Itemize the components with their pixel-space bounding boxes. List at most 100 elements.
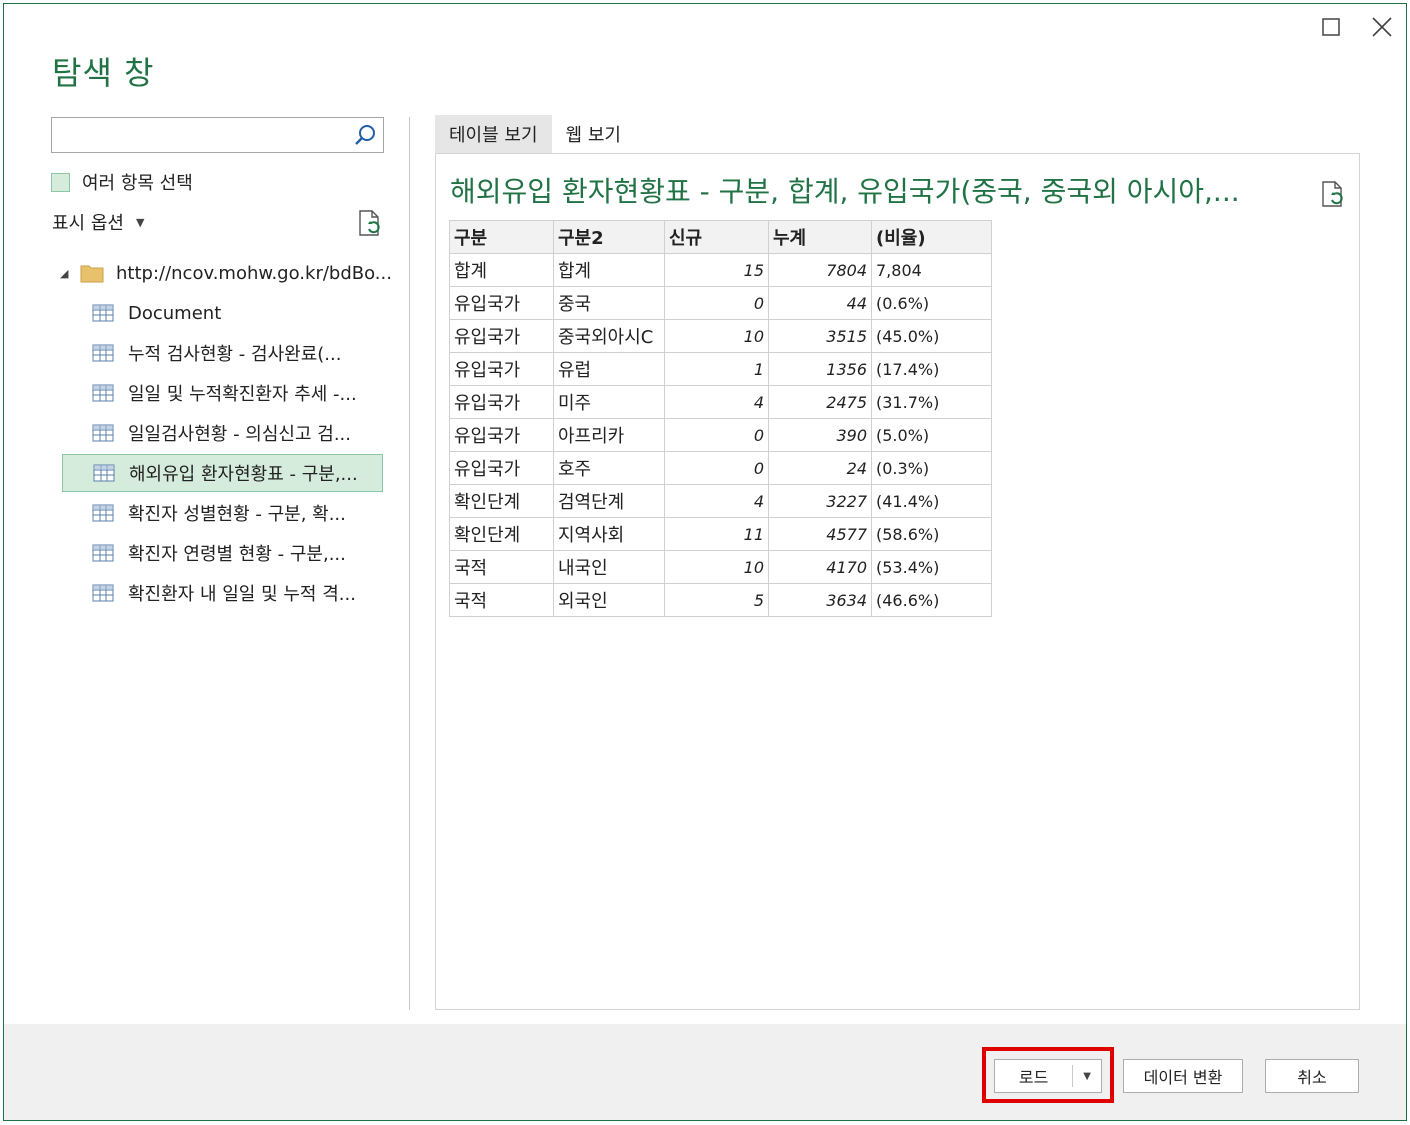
- table-cell: 0: [664, 286, 769, 320]
- table-cell: (31.7%): [871, 385, 992, 419]
- chevron-down-icon[interactable]: ▼: [1073, 1071, 1101, 1082]
- column-header[interactable]: 누계: [768, 220, 872, 254]
- table-cell: 외국인: [553, 583, 665, 617]
- checkbox-box[interactable]: [51, 172, 70, 192]
- table-cell: 검역단계: [553, 484, 665, 518]
- display-options-dropdown[interactable]: 표시 옵션 ▼: [52, 209, 144, 235]
- folder-icon: [80, 265, 104, 283]
- tree-item[interactable]: 일일검사현황 - 의심신고 검...: [62, 414, 383, 452]
- table-cell: 4: [664, 385, 769, 419]
- tree-item-list: Document 누적 검사현황 - 검사완료(... 일일 및 누적확진환자 …: [62, 294, 383, 614]
- tree-item[interactable]: Document: [62, 294, 383, 332]
- table-row: 확인단계 지역사회 11 4577 (58.6%): [449, 517, 992, 551]
- table-cell: 국적: [449, 550, 554, 584]
- tree-item-label: 확진자 성별현황 - 구분, 확...: [128, 504, 346, 525]
- multi-select-checkbox[interactable]: 여러 항목 선택: [51, 169, 193, 195]
- table-cell: 3515: [768, 319, 872, 353]
- table-cell: 10: [664, 319, 769, 353]
- close-button[interactable]: [1369, 14, 1395, 40]
- table-cell: 호주: [553, 451, 665, 485]
- refresh-icon[interactable]: [1320, 180, 1346, 208]
- tree-item[interactable]: 일일 및 누적확진환자 추세 -...: [62, 374, 383, 412]
- close-icon: [1372, 17, 1392, 37]
- transform-data-button[interactable]: 데이터 변환: [1123, 1059, 1243, 1093]
- table-row: 확인단계 검역단계 4 3227 (41.4%): [449, 484, 992, 518]
- cancel-button[interactable]: 취소: [1265, 1059, 1359, 1093]
- refresh-icon[interactable]: [357, 209, 383, 237]
- table-row: 유입국가 미주 4 2475 (31.7%): [449, 385, 992, 419]
- preview-table: 구분 구분2 신규 누계 (비율) 합계 합계 15 7804 7,804 유입국가 중국 0…: [449, 220, 992, 617]
- table-row: 국적 외국인 5 3634 (46.6%): [449, 583, 992, 617]
- tree-item[interactable]: 확진환자 내 일일 및 누적 격...: [62, 574, 383, 612]
- table-cell: 390: [768, 418, 872, 452]
- tree-item[interactable]: 확진자 연령별 현황 - 구분,...: [62, 534, 383, 572]
- table-row: 유입국가 아프리카 0 390 (5.0%): [449, 418, 992, 452]
- tree-item[interactable]: 누적 검사현황 - 검사완료(...: [62, 334, 383, 372]
- table-cell: 1: [664, 352, 769, 386]
- load-button[interactable]: 로드: [995, 1064, 1072, 1088]
- table-cell: 24: [768, 451, 872, 485]
- table-cell: 유입국가: [449, 451, 554, 485]
- preview-panel: 해외유입 환자현황표 - 구분, 합계, 유입국가(중국, 중국외 아시아,..…: [435, 153, 1360, 1010]
- pane-divider[interactable]: [409, 117, 410, 1010]
- table-cell: 10: [664, 550, 769, 584]
- load-split-button[interactable]: 로드 ▼: [994, 1059, 1102, 1093]
- display-options-label: 표시 옵션: [52, 213, 124, 234]
- tab-table-view[interactable]: 테이블 보기: [435, 115, 552, 153]
- chevron-down-icon: ▼: [135, 215, 145, 229]
- search-box[interactable]: [51, 117, 384, 153]
- table-row: 유입국가 중국외아시C 10 3515 (45.0%): [449, 319, 992, 353]
- tree-item-label: 일일검사현황 - 의심신고 검...: [128, 424, 351, 445]
- tree-item[interactable]: 확진자 성별현황 - 구분, 확...: [62, 494, 383, 532]
- table-cell: 내국인: [553, 550, 665, 584]
- table-cell: 미주: [553, 385, 665, 419]
- table-cell: 아프리카: [553, 418, 665, 452]
- table-cell: 3634: [768, 583, 872, 617]
- table-row: 국적 내국인 10 4170 (53.4%): [449, 550, 992, 584]
- tree-root-label: http://ncov.mohw.go.kr/bdBo...: [116, 262, 392, 284]
- table-cell: 4: [664, 484, 769, 518]
- column-header[interactable]: 구분2: [553, 220, 665, 254]
- multi-select-label: 여러 항목 선택: [82, 173, 193, 194]
- table-cell: (53.4%): [871, 550, 992, 584]
- maximize-button[interactable]: [1318, 14, 1344, 40]
- collapse-triangle-icon[interactable]: ◢: [60, 267, 80, 280]
- column-header[interactable]: 구분: [449, 220, 554, 254]
- table-cell: 유입국가: [449, 418, 554, 452]
- tab-web-view[interactable]: 웹 보기: [552, 115, 635, 153]
- table-cell: 5: [664, 583, 769, 617]
- table-cell: 15: [664, 253, 769, 287]
- table-cell: 유입국가: [449, 319, 554, 353]
- tree-item-label: 확진환자 내 일일 및 누적 격...: [128, 584, 356, 605]
- tree-item-selected[interactable]: 해외유입 환자현황표 - 구분,...: [62, 454, 383, 492]
- table-cell: (0.6%): [871, 286, 992, 320]
- tree-item-label: 일일 및 누적확진환자 추세 -...: [128, 384, 357, 405]
- table-cell: 확인단계: [449, 484, 554, 518]
- table-row: 유입국가 호주 0 24 (0.3%): [449, 451, 992, 485]
- search-input[interactable]: [58, 119, 352, 153]
- table-icon: [92, 504, 114, 522]
- table-cell: 0: [664, 418, 769, 452]
- table-cell: (45.0%): [871, 319, 992, 353]
- table-cell: 합계: [553, 253, 665, 287]
- table-icon: [92, 424, 114, 442]
- column-header[interactable]: 신규: [664, 220, 769, 254]
- table-cell: (5.0%): [871, 418, 992, 452]
- preview-title: 해외유입 환자현황표 - 구분, 합계, 유입국가(중국, 중국외 아시아,..…: [450, 175, 1240, 208]
- table-cell: 7804: [768, 253, 872, 287]
- table-cell: 4170: [768, 550, 872, 584]
- table-cell: 4577: [768, 517, 872, 551]
- table-icon: [92, 344, 114, 362]
- tree-root-node[interactable]: ◢ http://ncov.mohw.go.kr/bdBo...: [60, 258, 392, 288]
- table-cell: 확인단계: [449, 517, 554, 551]
- search-icon[interactable]: [353, 123, 377, 147]
- table-row: 유입국가 중국 0 44 (0.6%): [449, 286, 992, 320]
- column-header[interactable]: (비율): [871, 220, 992, 254]
- table-cell: 유입국가: [449, 385, 554, 419]
- table-cell: (17.4%): [871, 352, 992, 386]
- window-title: 탐색 창: [52, 54, 155, 92]
- table-cell: 1356: [768, 352, 872, 386]
- table-cell: 중국외아시C: [553, 319, 665, 353]
- table-cell: 0: [664, 451, 769, 485]
- maximize-icon: [1322, 18, 1340, 36]
